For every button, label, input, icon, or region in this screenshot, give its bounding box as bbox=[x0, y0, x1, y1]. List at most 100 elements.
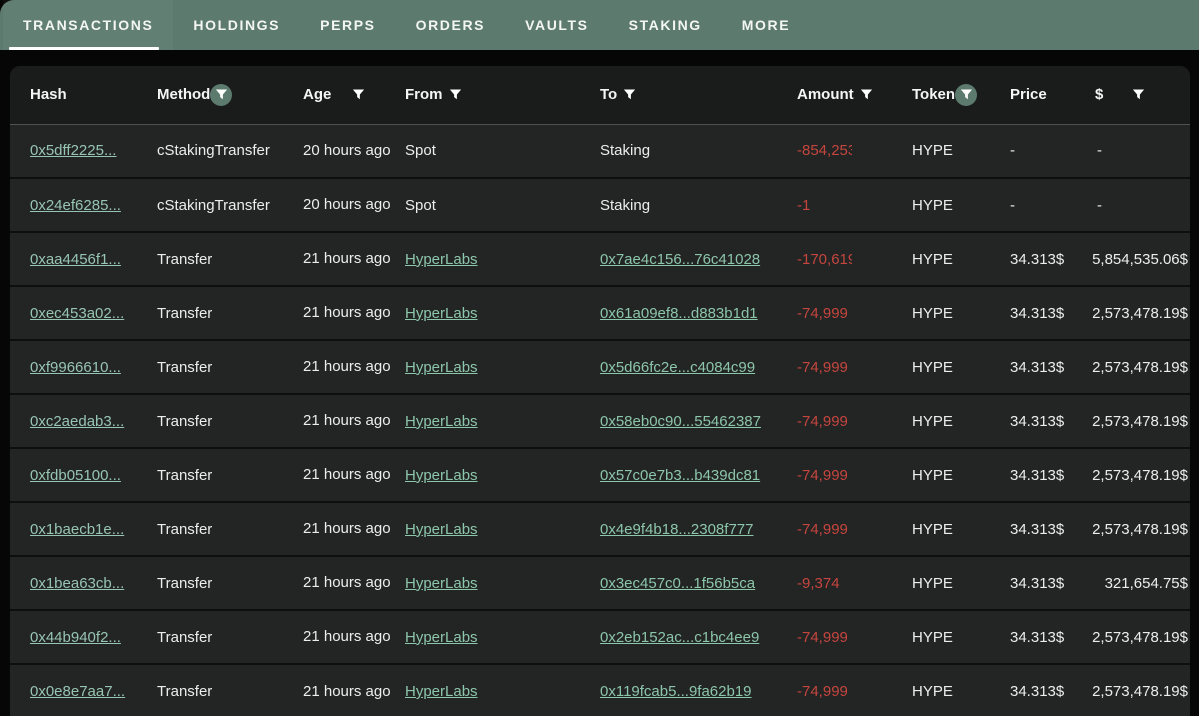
hash-link[interactable]: 0xec453a02... bbox=[30, 305, 124, 322]
to-link[interactable]: 0x5d66fc2e...c4084c99 bbox=[600, 359, 755, 376]
cell-to: 0x58eb0c90...55462387 bbox=[600, 394, 787, 448]
price-cell: 34.313$ bbox=[1010, 305, 1064, 322]
table-row: 0x1bea63cb...Transfer21 hours agoHyperLa… bbox=[10, 556, 1190, 610]
to-link[interactable]: 0x119fcab5...9fa62b19 bbox=[600, 683, 752, 700]
from-link[interactable]: HyperLabs bbox=[405, 575, 478, 592]
cell-price: 34.313$ bbox=[1000, 340, 1065, 394]
token-cell: HYPE bbox=[912, 575, 953, 592]
cell-amount: -1 bbox=[787, 178, 852, 232]
cell-method: Transfer bbox=[157, 286, 303, 340]
cell-method: Transfer bbox=[157, 448, 303, 502]
hash-link[interactable]: 0xaa4456f1... bbox=[30, 251, 121, 268]
cell-price: 34.313$ bbox=[1000, 556, 1065, 610]
usd-cell: 2,573,478.19$ bbox=[1092, 413, 1188, 430]
price-cell: 34.313$ bbox=[1010, 683, 1064, 700]
age-cell: 21 hours ago bbox=[303, 683, 391, 700]
nav-tabs: TRANSACTIONSHOLDINGSPERPSORDERSVAULTSSTA… bbox=[3, 0, 810, 50]
tab-holdings[interactable]: HOLDINGS bbox=[173, 0, 300, 50]
table-row: 0x5dff2225...cStakingTransfer20 hours ag… bbox=[10, 124, 1190, 178]
from-link[interactable]: HyperLabs bbox=[405, 251, 478, 268]
cell-from: HyperLabs bbox=[405, 394, 600, 448]
cell-from: HyperLabs bbox=[405, 664, 600, 716]
hash-link[interactable]: 0x5dff2225... bbox=[30, 142, 116, 159]
to-link[interactable]: 0x2eb152ac...c1bc4ee9 bbox=[600, 629, 759, 646]
cell-from: Spot bbox=[405, 178, 600, 232]
token-filter-icon[interactable] bbox=[955, 84, 977, 106]
tab-vaults[interactable]: VAULTS bbox=[505, 0, 609, 50]
hash-link[interactable]: 0xc2aedab3... bbox=[30, 413, 124, 430]
to-link[interactable]: 0x4e9f4b18...2308f777 bbox=[600, 521, 753, 538]
table-row: 0xf9966610...Transfer21 hours agoHyperLa… bbox=[10, 340, 1190, 394]
token-cell: HYPE bbox=[912, 251, 953, 268]
cell-hash: 0xc2aedab3... bbox=[10, 394, 157, 448]
from-link[interactable]: HyperLabs bbox=[405, 467, 478, 484]
price-cell: 34.313$ bbox=[1010, 413, 1064, 430]
hash-link[interactable]: 0x0e8e7aa7... bbox=[30, 683, 125, 700]
to-link[interactable]: 0x58eb0c90...55462387 bbox=[600, 413, 761, 430]
cell-usd: - bbox=[1065, 178, 1190, 232]
to-filter-icon[interactable] bbox=[622, 87, 637, 102]
tab-staking[interactable]: STAKING bbox=[609, 0, 722, 50]
token-cell: HYPE bbox=[912, 413, 953, 430]
usd-filter-icon[interactable] bbox=[1131, 87, 1146, 102]
cell-hash: 0x44b940f2... bbox=[10, 610, 157, 664]
method-cell: cStakingTransfer bbox=[157, 142, 270, 159]
usd-cell: 2,573,478.19$ bbox=[1092, 467, 1188, 484]
method-cell: Transfer bbox=[157, 467, 212, 484]
hash-link[interactable]: 0xfdb05100... bbox=[30, 467, 121, 484]
age-cell: 20 hours ago bbox=[303, 196, 391, 213]
from-link[interactable]: HyperLabs bbox=[405, 521, 478, 538]
cell-usd: 2,573,478.19$ bbox=[1065, 610, 1190, 664]
from-filter-icon[interactable] bbox=[448, 87, 463, 102]
to-link[interactable]: 0x61a09ef8...d883b1d1 bbox=[600, 305, 758, 322]
usd-cell: - bbox=[1097, 197, 1102, 214]
age-cell: 21 hours ago bbox=[303, 628, 391, 645]
to-link[interactable]: 0x57c0e7b3...b439dc81 bbox=[600, 467, 760, 484]
cell-token: HYPE bbox=[852, 286, 1000, 340]
hash-link[interactable]: 0xf9966610... bbox=[30, 359, 121, 376]
cell-price: 34.313$ bbox=[1000, 664, 1065, 716]
tab-perps[interactable]: PERPS bbox=[300, 0, 395, 50]
cell-amount: -9,374 bbox=[787, 556, 852, 610]
cell-price: 34.313$ bbox=[1000, 286, 1065, 340]
amount-filter-icon[interactable] bbox=[859, 87, 874, 102]
age-cell: 21 hours ago bbox=[303, 466, 391, 483]
column-label-amount: Amount bbox=[797, 86, 854, 103]
to-link[interactable]: 0x7ae4c156...76c41028 bbox=[600, 251, 760, 268]
hash-link[interactable]: 0x24ef6285... bbox=[30, 197, 121, 214]
to-link[interactable]: 0x3ec457c0...1f56b5ca bbox=[600, 575, 755, 592]
tab-orders[interactable]: ORDERS bbox=[396, 0, 506, 50]
cell-hash: 0xec453a02... bbox=[10, 286, 157, 340]
cell-usd: 2,573,478.19$ bbox=[1065, 394, 1190, 448]
age-filter-icon[interactable] bbox=[351, 87, 366, 102]
cell-to: 0x61a09ef8...d883b1d1 bbox=[600, 286, 787, 340]
cell-method: Transfer bbox=[157, 556, 303, 610]
from-link[interactable]: HyperLabs bbox=[405, 413, 478, 430]
from-link[interactable]: HyperLabs bbox=[405, 359, 478, 376]
cell-age: 21 hours ago bbox=[303, 232, 405, 286]
tab-more[interactable]: MORE bbox=[722, 0, 810, 50]
from-link[interactable]: HyperLabs bbox=[405, 629, 478, 646]
from-link[interactable]: HyperLabs bbox=[405, 683, 478, 700]
cell-hash: 0x24ef6285... bbox=[10, 178, 157, 232]
cell-hash: 0x1baecb1e... bbox=[10, 502, 157, 556]
cell-from: HyperLabs bbox=[405, 286, 600, 340]
cell-token: HYPE bbox=[852, 664, 1000, 716]
tab-transactions[interactable]: TRANSACTIONS bbox=[3, 0, 173, 50]
amount-cell: -1 bbox=[797, 197, 810, 214]
cell-price: 34.313$ bbox=[1000, 502, 1065, 556]
hash-link[interactable]: 0x44b940f2... bbox=[30, 629, 121, 646]
from-link[interactable]: HyperLabs bbox=[405, 305, 478, 322]
token-cell: HYPE bbox=[912, 142, 953, 159]
cell-amount: -74,999 bbox=[787, 448, 852, 502]
amount-cell: -854,253 bbox=[797, 142, 852, 159]
hash-link[interactable]: 0x1bea63cb... bbox=[30, 575, 124, 592]
cell-usd: 2,573,478.19$ bbox=[1065, 664, 1190, 716]
cell-price: 34.313$ bbox=[1000, 448, 1065, 502]
usd-cell: 2,573,478.19$ bbox=[1092, 683, 1188, 700]
hash-link[interactable]: 0x1baecb1e... bbox=[30, 521, 124, 538]
column-header-method: Method bbox=[157, 66, 303, 124]
amount-cell: -74,999 bbox=[797, 683, 848, 700]
method-filter-icon[interactable] bbox=[210, 84, 232, 106]
age-cell: 21 hours ago bbox=[303, 250, 391, 267]
